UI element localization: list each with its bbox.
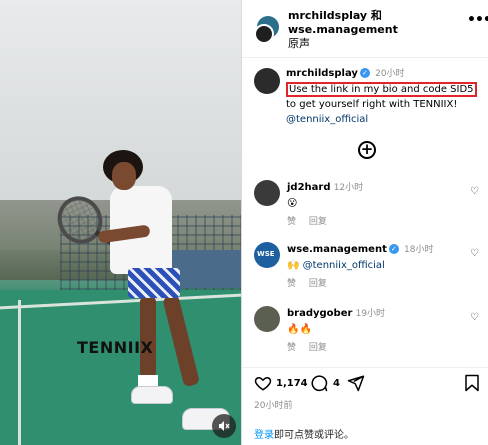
comment-time: 12小时 [333,183,364,193]
comment-body: wse.management ✓ 18小时 🙌 @tenniix_official… [287,242,482,292]
comment-actions: 赞 回复 [287,215,482,230]
caption-username[interactable]: mrchildsplay [286,68,358,79]
comment-mention[interactable]: @tenniix_official [303,260,385,271]
comment-like-button[interactable]: 赞 [287,217,296,227]
comment-bubble-icon[interactable] [310,374,328,396]
player-leg [140,296,156,378]
comment-body: jd2hard 12小时 😮 赞 回复 [287,180,482,230]
login-link[interactable]: 登录 [254,430,274,441]
comment-text: 🙌 @tenniix_official [287,258,482,273]
login-prompt: 登录即可点赞或评论。 [254,426,354,441]
load-more-comments-button[interactable]: + [358,141,376,159]
caption-text: Use the link in my bio and code SID5 to … [286,82,486,112]
mute-svg [219,421,230,431]
comments-count[interactable]: 4 [333,378,340,389]
comment-time: 18小时 [404,245,434,255]
comment-reply-button[interactable]: 回复 [309,217,327,227]
speaker-muted-icon[interactable] [212,414,236,438]
post-side-panel: mrchildsplay 和 wse.management 原声 ••• mrc… [241,0,488,445]
comment-avatar[interactable] [254,306,280,332]
likes-count[interactable]: 1,174 [276,378,308,389]
brand-overlay-text: TENNIIX [77,338,154,357]
share-svg [347,375,365,392]
post-header: mrchildsplay 和 wse.management 原声 ••• [242,0,488,58]
author-avatar[interactable] [254,24,274,44]
audio-label[interactable]: 原声 [288,37,398,51]
share-icon[interactable] [347,374,365,396]
comment-text: 🔥🔥 [287,324,312,335]
post-caption: mrchildsplay ✓ 20小时 Use the link in my bi… [286,66,486,127]
player-shoe [131,386,173,404]
comment-username[interactable]: bradygober [287,308,352,319]
comment-like-button[interactable]: 赞 [287,343,296,353]
post-date: 20小时前 [254,401,293,411]
header-collaborator[interactable]: wse.management [288,23,398,37]
comment-heart-icon[interactable]: ♡ [470,248,479,259]
comment-reply-button[interactable]: 回复 [309,279,327,289]
court-sideline [18,300,21,445]
comment-body: bradygober 19小时 🔥🔥 赞 回复 [287,306,482,356]
header-text: mrchildsplay 和 wse.management 原声 [288,9,398,51]
comment-username[interactable]: jd2hard [287,182,331,193]
comment-heart-icon[interactable]: ♡ [470,312,479,323]
comment-reply-button[interactable]: 回复 [309,343,327,353]
caption-text-rest: to get yourself right with TENNIIX! [286,99,458,110]
verified-badge-icon: ✓ [388,244,399,254]
comment-heart-icon[interactable]: ♡ [470,186,479,197]
caption-mention[interactable]: @tenniix_official [286,112,486,127]
comment-emoji: 🙌 [287,260,300,271]
comment-time: 19小时 [355,309,386,319]
player-shorts [128,268,180,298]
bookmark-icon[interactable] [464,374,480,396]
reel-video[interactable]: TENNIIX [0,0,241,445]
comment-text: 😮 [287,198,298,209]
comment-svg [311,375,328,392]
comment-avatar[interactable]: WSE [254,242,280,268]
comment-avatar[interactable] [254,180,280,206]
caption-avatar[interactable] [254,68,280,94]
post-footer: 1,174 4 20小时前 登录即可点赞或评论。 [242,367,488,445]
header-authors[interactable]: mrchildsplay 和 [288,9,398,23]
player-head [112,162,136,190]
comment-like-button[interactable]: 赞 [287,279,296,289]
caption-highlighted-text: Use the link in my bio and code SID5 [286,82,477,97]
bookmark-svg [465,374,479,392]
comment-username[interactable]: wse.management [287,244,387,255]
more-options-icon[interactable]: ••• [467,12,488,28]
like-heart-icon[interactable] [254,374,272,396]
comment-actions: 赞 回复 [287,341,482,356]
heart-svg [254,376,272,391]
verified-badge-icon: ✓ [359,68,370,78]
login-prompt-text: 即可点赞或评论。 [274,430,354,441]
caption-time: 20小时 [375,69,405,79]
comment-actions: 赞 回复 [287,277,482,292]
